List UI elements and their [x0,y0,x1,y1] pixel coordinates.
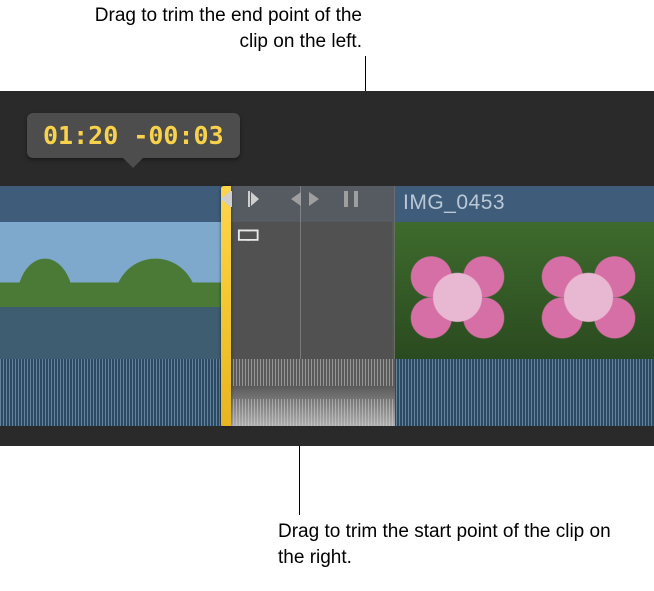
timecode-value: 01:20 [43,121,118,150]
precision-editor-audio[interactable] [221,359,395,426]
ripple-icon[interactable] [291,188,319,215]
thumbnail-landscape[interactable] [0,222,90,359]
trim-handle[interactable] [221,186,231,426]
trim-bracket-icon: ⊏⊐ [237,223,256,248]
edit-icons [221,188,361,215]
trim-left-icon[interactable] [221,188,237,215]
timecode-tooltip: 01:20 -00:03 [27,113,240,158]
callout-top: Drag to trim the end point of the clip o… [92,3,362,54]
trim-right-icon[interactable] [243,188,259,215]
timecode-offset: -00:03 [133,121,223,150]
thumbnail-flower[interactable] [392,222,523,359]
thumbnail-flower[interactable] [523,222,654,359]
thumbnail-landscape[interactable] [90,222,221,359]
roll-icon[interactable] [341,188,361,215]
callout-bottom: Drag to trim the start point of the clip… [278,519,638,570]
clip-name-label: IMG_0453 [403,191,505,215]
waveform-graphic [221,359,395,426]
timeline[interactable]: 01:20 -00:03 ⊏⊐ [0,91,654,446]
